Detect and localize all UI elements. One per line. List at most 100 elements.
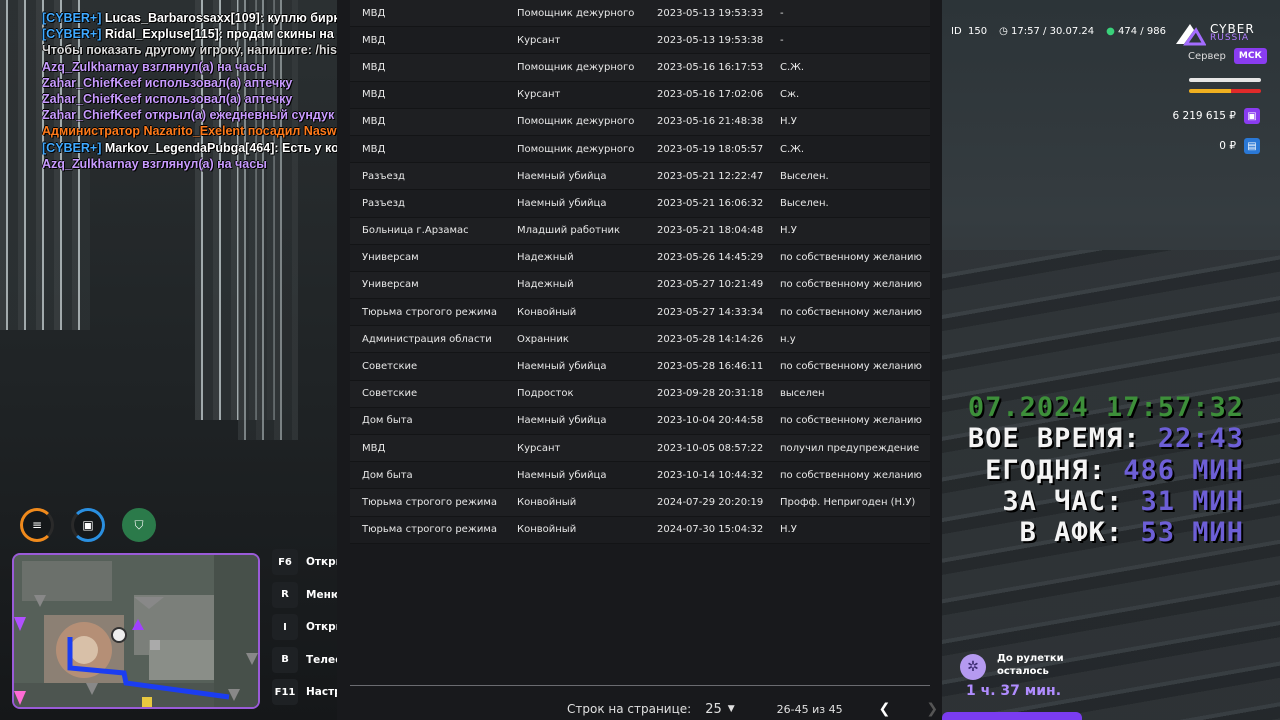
cell-reason: Н.У [780, 524, 797, 536]
cell-position: Наемный убийца [517, 170, 607, 182]
card-icon: ▤ [1244, 138, 1260, 154]
table-row: Тюрьма строгого режима Конвойный 2024-07-2… [350, 489, 930, 517]
table-row: МВД Помощник дежурного 2023-05-16 16:17:53… [350, 54, 930, 82]
cell-datetime: 2023-10-05 08:57:22 [657, 442, 764, 454]
player-id: ID 150 [951, 26, 988, 37]
rows-per-page-label: Строк на странице: [567, 702, 692, 716]
chat-text: Azq_Zulkharnay взглянул(а) на часы [42, 59, 267, 74]
server-stats: ID 150 ◷ 17:57 / 30.07.24 ● 474 / 986 [951, 26, 1166, 37]
cell-position: Курсант [517, 89, 561, 101]
cell-datetime: 2023-10-04 20:44:58 [657, 415, 764, 427]
minimap-graphic [14, 555, 258, 707]
roulette-timer[interactable]: ✲ До рулетки осталось 1 ч. 37 мин. [956, 650, 1066, 700]
table-row: Универсам Надежный 2023-05-26 14:45:29 по с… [350, 244, 930, 272]
stats-line-afk: В АФК: 53 МИН [1019, 517, 1244, 549]
hotkey-hints: F6 Откры R Меню I Откры B Телеф F11 Настр [272, 546, 346, 709]
chat-text: Zahar_ChiefKeef использовал(а) аптечку [42, 75, 293, 90]
clock-icon: ◷ [999, 26, 1008, 37]
playtime-stats: 07.2024 17:57:32 ВОЕ ВРЕМЯ: 22:43 ЕГОДНЯ… [968, 392, 1244, 548]
cell-position: Помощник дежурного [517, 7, 635, 19]
cell-datetime: 2023-05-21 12:22:47 [657, 170, 764, 182]
hotkey-key: F6 [272, 549, 298, 576]
cell-reason: по собственному желанию [780, 469, 922, 481]
table-row: Администрация области Охранник 2023-05-28 … [350, 326, 930, 354]
cell-datetime: 2023-10-14 10:44:32 [657, 469, 764, 481]
pagination: Строк на странице: 25 ▼ 26-45 из 45 ❮ ❯ [567, 701, 938, 717]
stats-line-today: ЕГОДНЯ: 486 МИН [985, 454, 1244, 486]
chat-line: Zahar_ChiefKeef использовал(а) аптечку [42, 91, 338, 107]
cell-reason: по собственному желанию [780, 306, 922, 318]
table-row: МВД Курсант 2023-10-05 08:57:22 получил пре… [350, 435, 930, 463]
chat-line: [CYBER+] Ridal_Expluse[115]: продам скин… [42, 26, 338, 42]
chat-tag: [CYBER+] [42, 140, 102, 155]
cell-organization: Советские [362, 361, 418, 373]
hotkey-key: B [272, 646, 298, 673]
cell-datetime: 2023-05-21 16:06:32 [657, 197, 764, 209]
table-row: МВД Помощник дежурного 2023-05-19 18:05:57… [350, 135, 930, 164]
status-indicators: ≡ ▣ ⛉ [20, 508, 156, 542]
chevron-right-icon[interactable]: ❯ [926, 701, 938, 717]
roulette-button-edge[interactable] [942, 712, 1082, 720]
server-indicator: Сервер МСК [1188, 48, 1267, 64]
online-count: ● 474 / 986 [1106, 26, 1166, 37]
cell-position: Помощник дежурного [517, 116, 635, 128]
stats-datetime: 07.2024 17:57:32 [967, 392, 1244, 423]
employment-history-panel: МВД Помощник дежурного 2023-05-13 19:53:33… [337, 0, 942, 720]
cell-reason: по собственному желанию [780, 279, 922, 291]
cell-position: Надежный [517, 252, 574, 264]
cell-organization: Больница г.Арзамас [362, 225, 469, 237]
cell-datetime: 2023-05-13 19:53:33 [657, 7, 764, 19]
playtime-stats-overlay: 07.2024 17:57:32 ВОЕ ВРЕМЯ: 22:43 ЕГОДНЯ… [942, 392, 1280, 552]
armor-shield-icon: ⛉ [122, 508, 156, 542]
hotkey-hint: B Телеф [272, 644, 346, 677]
minimap[interactable] [12, 553, 260, 709]
chat-line: Администратор Nazarito_Exelent посадил N… [42, 123, 338, 139]
health-bar [1189, 78, 1261, 82]
hotkey-label: Меню [306, 588, 342, 601]
brand-logo-icon [1176, 24, 1206, 46]
cell-reason: Выселен. [780, 170, 829, 182]
cell-position: Конвойный [517, 496, 577, 508]
cell-organization: Разъезд [362, 170, 405, 182]
roulette-label-2: осталось [997, 666, 1049, 677]
cell-position: Курсант [517, 34, 561, 46]
table-row: Разъезд Наемный убийца 2023-05-21 12:22:47… [350, 163, 930, 191]
cell-datetime: 2024-07-30 15:04:32 [657, 524, 764, 536]
table-row: Разъезд Наемный убийца 2023-05-21 16:06:32… [350, 190, 930, 218]
table-row: МВД Курсант 2023-05-16 17:02:06 Сж. [350, 81, 930, 109]
cell-reason: С.Ж. [780, 61, 805, 73]
cell-reason: по собственному желанию [780, 252, 922, 264]
cell-datetime: 2023-09-28 20:31:18 [657, 388, 764, 400]
cell-reason: Сж. [780, 89, 800, 101]
cell-position: Конвойный [517, 524, 577, 536]
hotkey-key: I [272, 614, 298, 641]
cell-position: Надежный [517, 279, 574, 291]
employment-history-table: МВД Помощник дежурного 2023-05-13 19:53:33… [350, 0, 930, 544]
chat-text: Администратор Nazarito_Exelent посадил N… [42, 124, 338, 139]
cell-reason: Профф. Непригоден (Н.У) [780, 496, 916, 508]
hotkey-key: R [272, 581, 298, 608]
cell-organization: Дом быта [362, 469, 413, 481]
cash-balance: 6 219 615 ₽ ▣ [1173, 108, 1260, 124]
cell-organization: МВД [362, 89, 386, 101]
stats-line-session: ВОЕ ВРЕМЯ: 22:43 [967, 423, 1244, 455]
rows-per-page-select[interactable]: 25 ▼ [705, 702, 734, 717]
online-dot-icon: ● [1106, 26, 1115, 37]
table-row: Дом быта Наемный убийца 2023-10-04 20:44:5… [350, 407, 930, 435]
cell-reason: С.Ж. [780, 143, 805, 155]
cell-datetime: 2023-05-16 21:48:38 [657, 116, 764, 128]
chevron-left-icon[interactable]: ❮ [879, 701, 891, 717]
chat-text: Чтобы показать другому игроку, напишите:… [42, 43, 338, 58]
cell-position: Курсант [517, 442, 561, 454]
cell-organization: МВД [362, 7, 386, 19]
server-label: Сервер [1188, 50, 1226, 62]
page-range: 26-45 из 45 [776, 702, 843, 716]
chat-text: Markov_LegendaPubga[464]: Есть у ког [101, 140, 338, 155]
cell-position: Наемный убийца [517, 197, 607, 209]
roulette-label-1: До рулетки [997, 653, 1064, 664]
rows-per-page-value: 25 [705, 701, 722, 717]
table-row: Советские Наемный убийца 2023-05-28 16:46:… [350, 353, 930, 381]
cash-amount: 6 219 615 ₽ [1172, 110, 1236, 122]
chat-tag: [CYBER+] [42, 27, 102, 42]
server-badge: МСК [1233, 48, 1267, 64]
